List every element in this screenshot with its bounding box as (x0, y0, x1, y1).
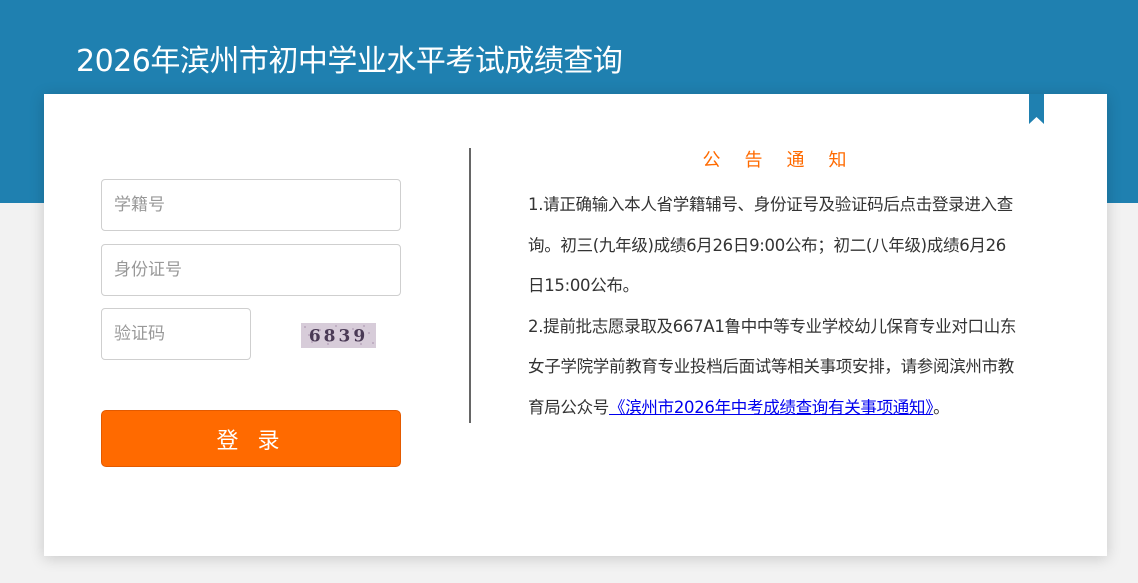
id-card-input[interactable] (101, 244, 401, 296)
notice-link[interactable]: 《滨州市2026年中考成绩查询有关事项通知》 (609, 398, 933, 417)
captcha-text: 6839 (309, 327, 368, 347)
login-card: 6839 登 录 公告通知 1.请正确输入本人省学籍辅号、身份证号及验证码后点击… (44, 94, 1107, 556)
captcha-image[interactable]: 6839 (301, 323, 376, 348)
vertical-divider (469, 148, 471, 423)
notice-body: 1.请正确输入本人省学籍辅号、身份证号及验证码后点击登录进入查询。初三(九年级)… (528, 185, 1021, 428)
student-id-input[interactable] (101, 179, 401, 231)
login-button[interactable]: 登 录 (101, 410, 401, 467)
notice-item-1-line-1: 1.请正确输入本人省学籍辅号、身份证号及验证码后点击登录进 (528, 195, 981, 214)
captcha-input[interactable] (101, 308, 251, 360)
notice-title: 公告通知 (702, 150, 871, 171)
bookmark-icon (1029, 94, 1044, 124)
notice-item-1: 1.请正确输入本人省学籍辅号、身份证号及验证码后点击登录进入查询。初三(九年级)… (528, 185, 1021, 307)
notice-item-2-end: 。 (933, 397, 950, 417)
notice-item-2: 2.提前批志愿录取及667A1鲁中中等专业学校幼儿保育专业对口山东女子学院学前教… (528, 307, 1021, 429)
page-title: 2026年滨州市初中学业水平考试成绩查询 (76, 44, 623, 79)
